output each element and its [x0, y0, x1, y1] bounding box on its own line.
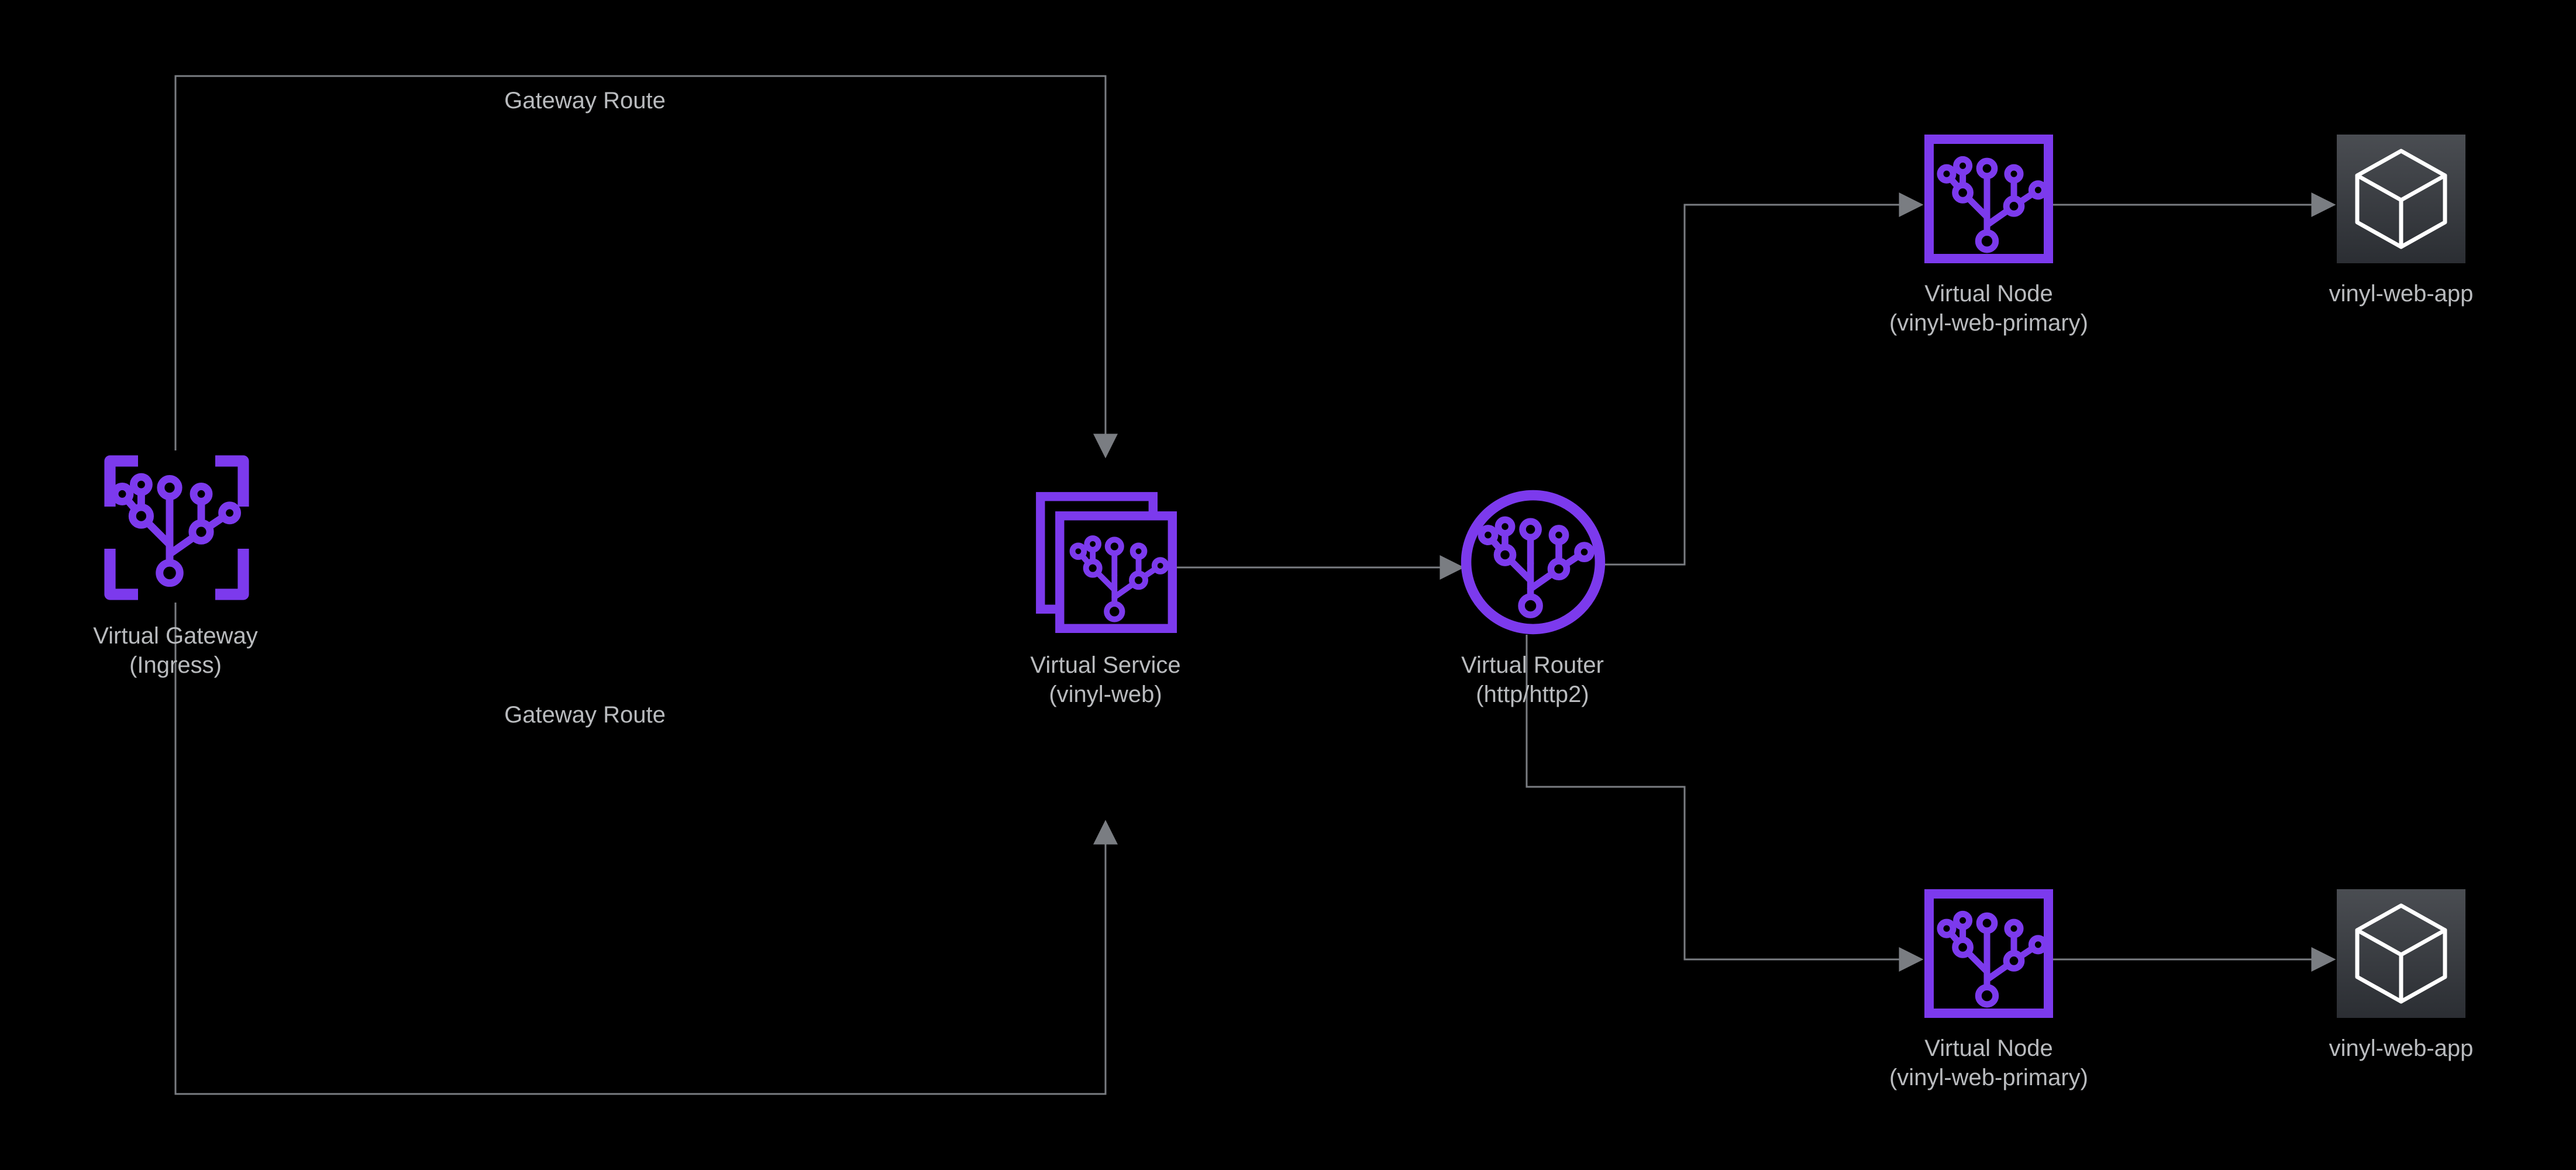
label-gateway-route-top: Gateway Route: [504, 88, 666, 113]
app-cube-icon: [2337, 135, 2465, 263]
edge-router-to-vnode-top: [1591, 205, 1921, 565]
label-virtual-gateway-title: Virtual Gateway: [93, 623, 258, 649]
edge-gateway-route-top: Gateway Route: [175, 76, 1106, 456]
virtual-gateway-icon: [110, 461, 243, 594]
virtual-service-icon: [1041, 497, 1173, 629]
virtual-router-icon: [1466, 495, 1600, 629]
architecture-diagram: Gateway Route Gateway Route Virtual Gate…: [0, 0, 2576, 1170]
label-vnode-bottom-sub: (vinyl-web-primary): [1889, 1065, 2088, 1090]
virtual-node-icon: [1929, 139, 2048, 259]
label-vnode-bottom-title: Virtual Node: [1924, 1035, 2052, 1061]
node-virtual-service: Virtual Service (vinyl-web): [1030, 497, 1180, 707]
label-vnode-top-title: Virtual Node: [1924, 281, 2052, 307]
virtual-node-icon: [1929, 894, 2048, 1013]
node-virtual-node-bottom: Virtual Node (vinyl-web-primary): [1889, 894, 2088, 1090]
node-virtual-router: Virtual Router (http/http2): [1461, 495, 1604, 707]
node-virtual-gateway: Virtual Gateway (Ingress): [93, 461, 258, 678]
label-gateway-route-bottom: Gateway Route: [504, 702, 666, 728]
label-virtual-router-sub: (http/http2): [1476, 682, 1589, 707]
label-app-top: vinyl-web-app: [2329, 281, 2474, 307]
label-virtual-service-sub: (vinyl-web): [1049, 682, 1162, 707]
node-app-top: vinyl-web-app: [2329, 135, 2474, 307]
edge-gateway-route-bottom: Gateway Route: [175, 603, 1106, 1094]
label-virtual-service-title: Virtual Service: [1030, 652, 1180, 678]
label-vnode-top-sub: (vinyl-web-primary): [1889, 310, 2088, 336]
app-cube-icon: [2337, 889, 2465, 1018]
label-virtual-gateway-sub: (Ingress): [129, 652, 222, 678]
node-app-bottom: vinyl-web-app: [2329, 889, 2474, 1061]
node-virtual-node-top: Virtual Node (vinyl-web-primary): [1889, 139, 2088, 336]
label-virtual-router-title: Virtual Router: [1461, 652, 1604, 678]
label-app-bottom: vinyl-web-app: [2329, 1035, 2474, 1061]
